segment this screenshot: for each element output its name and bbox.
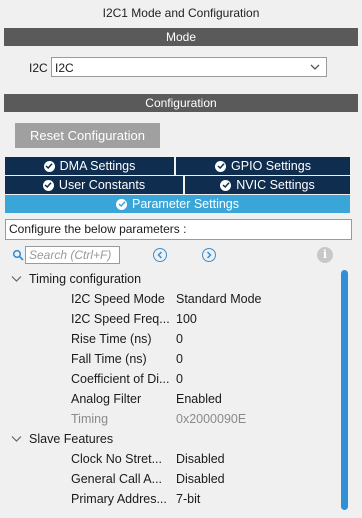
param-key: I2C Speed Freq...: [71, 312, 170, 326]
param-row[interactable]: I2C Speed Freq... 100: [71, 312, 331, 330]
i2c-mode-selected-value: I2C: [55, 61, 74, 75]
tab-dma-settings[interactable]: DMA Settings: [5, 157, 174, 175]
i2c-mode-label: I2C: [29, 61, 48, 75]
panel-right-edge: [358, 0, 362, 518]
param-key: Analog Filter: [71, 392, 142, 406]
info-icon[interactable]: i: [317, 247, 333, 263]
group-label: Timing configuration: [29, 272, 142, 286]
group-timing-configuration[interactable]: Timing configuration: [11, 272, 141, 286]
chevron-down-icon: [310, 64, 320, 70]
tab-user-constants[interactable]: User Constants: [5, 176, 183, 194]
param-value: Disabled: [176, 452, 225, 466]
mode-section-header: Mode: [4, 28, 358, 46]
window-title: I2C1 Mode and Configuration: [102, 6, 260, 20]
search-toolbar: i: [10, 245, 350, 265]
scrollbar-thumb[interactable]: [341, 270, 348, 510]
search-input[interactable]: [25, 246, 120, 264]
search-next-button[interactable]: [202, 248, 216, 262]
chevron-right-icon: [206, 251, 212, 259]
i2c-mode-select[interactable]: I2C: [51, 57, 327, 77]
param-value: 7-bit: [176, 492, 201, 506]
param-value: 0: [176, 372, 183, 386]
param-row[interactable]: Fall Time (ns) 0: [71, 352, 331, 370]
param-key: Coefficient of Di...: [71, 372, 170, 386]
chevron-down-icon: [11, 436, 22, 442]
param-key: Timing: [71, 412, 109, 426]
check-circle-icon: [220, 179, 232, 191]
configuration-section-header: Configuration: [4, 94, 358, 112]
param-key: Fall Time (ns): [71, 352, 147, 366]
param-row[interactable]: Clock No Stret... Disabled: [71, 452, 331, 470]
group-slave-features[interactable]: Slave Features: [11, 432, 113, 446]
param-key: I2C Speed Mode: [71, 292, 165, 306]
search-previous-button[interactable]: [153, 248, 167, 262]
param-value: 0x2000090E: [176, 412, 247, 426]
tab-label: GPIO Settings: [231, 159, 311, 173]
param-row[interactable]: Primary Addres... 7-bit: [71, 492, 331, 510]
tab-nvic-settings[interactable]: NVIC Settings: [185, 176, 350, 194]
parameters-description: Configure the below parameters :: [5, 219, 352, 240]
search-icon: [12, 249, 24, 261]
tab-label: NVIC Settings: [236, 178, 315, 192]
param-value: 100: [176, 312, 197, 326]
chevron-left-icon: [157, 251, 163, 259]
param-key: Clock No Stret...: [71, 452, 162, 466]
parameter-tree: Timing configuration I2C Speed Mode Stand…: [5, 268, 337, 514]
param-row[interactable]: Coefficient of Di... 0: [71, 372, 331, 390]
param-value: Enabled: [176, 392, 222, 406]
tab-label: Parameter Settings: [132, 197, 239, 211]
param-key: Rise Time (ns): [71, 332, 152, 346]
param-row[interactable]: I2C Speed Mode Standard Mode: [71, 292, 331, 310]
param-row[interactable]: Rise Time (ns) 0: [71, 332, 331, 350]
check-circle-icon: [215, 160, 227, 172]
reset-configuration-button[interactable]: Reset Configuration: [15, 123, 160, 148]
check-circle-icon: [43, 160, 55, 172]
param-value: 0: [176, 352, 183, 366]
param-key: Primary Addres...: [71, 492, 167, 506]
param-row[interactable]: Timing 0x2000090E: [71, 412, 331, 430]
chevron-down-icon: [11, 276, 22, 282]
tab-label: DMA Settings: [59, 159, 136, 173]
tab-label: User Constants: [58, 178, 146, 192]
param-value: Disabled: [176, 472, 225, 486]
param-key: General Call A...: [71, 472, 163, 486]
group-label: Slave Features: [29, 432, 114, 446]
param-value: 0: [176, 332, 183, 346]
check-circle-icon: [116, 198, 127, 210]
param-row[interactable]: General Call A... Disabled: [71, 472, 331, 490]
tab-gpio-settings[interactable]: GPIO Settings: [176, 157, 350, 175]
param-row[interactable]: Analog Filter Enabled: [71, 392, 331, 410]
check-circle-icon: [42, 179, 54, 191]
tab-parameter-settings[interactable]: Parameter Settings: [5, 195, 350, 213]
param-value: Standard Mode: [176, 292, 262, 306]
